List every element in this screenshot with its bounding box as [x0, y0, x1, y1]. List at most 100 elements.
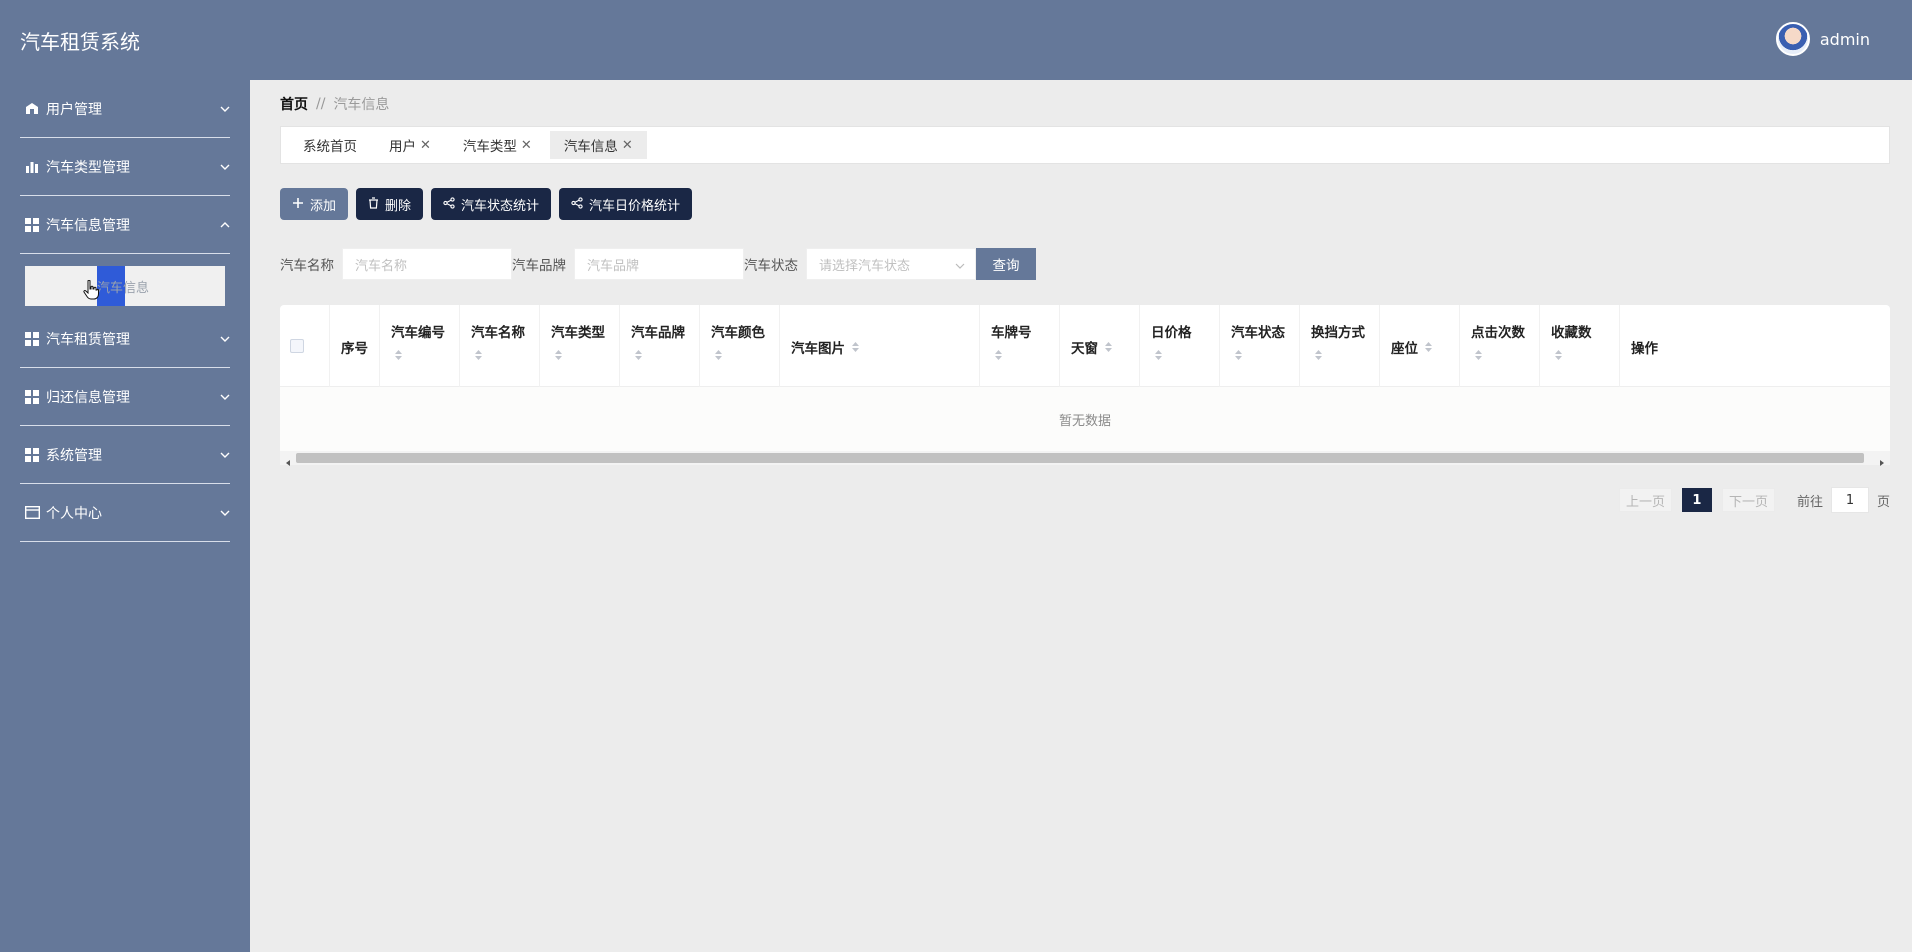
sidebar-item-label: 汽车信息管理: [46, 217, 130, 234]
breadcrumb: 首页 // 汽车信息: [280, 94, 389, 114]
tab-label: 汽车类型: [462, 139, 517, 155]
add-button-label: 添加: [310, 197, 337, 213]
car-daily-price-stats-button[interactable]: 汽车日价格统计: [559, 188, 693, 220]
next-page-button[interactable]: 下一页: [1721, 488, 1775, 512]
grid-icon: [24, 331, 40, 347]
share-icon: [571, 196, 583, 212]
column-header[interactable]: 座位: [1380, 305, 1460, 387]
column-label-wrap: 天窗: [1071, 337, 1113, 357]
sidebar: 用户管理 汽车类型管理 汽车信息管理 汽车信息 汽车租赁管理 归还信息管理 系统…: [0, 80, 250, 952]
sort-icon[interactable]: [851, 341, 860, 357]
empty-state: 暂无数据: [280, 387, 1890, 451]
pagination: 上一页 1 下一页 前往 1 页: [1618, 487, 1890, 513]
sort-icon[interactable]: [1474, 349, 1483, 365]
column-header[interactable]: 收藏数: [1540, 305, 1620, 387]
column-label: 汽车颜色: [711, 325, 765, 341]
column-header[interactable]: 汽车名称: [460, 305, 540, 387]
user-icon: [24, 101, 40, 117]
tab-system-home[interactable]: 系统首页: [289, 131, 371, 159]
page-jump-input[interactable]: 1: [1830, 487, 1869, 513]
sort-icon[interactable]: [1554, 349, 1563, 365]
sort-icon[interactable]: [714, 349, 723, 365]
sidebar-item-system-management[interactable]: 系统管理: [20, 426, 230, 484]
column-header[interactable]: 汽车编号: [380, 305, 460, 387]
avatar[interactable]: [1775, 22, 1810, 56]
sort-icon[interactable]: [1104, 341, 1113, 357]
chevron-down-icon: [220, 104, 230, 114]
sidebar-item-personal-center[interactable]: 个人中心: [20, 484, 230, 542]
column-header[interactable]: 天窗: [1060, 305, 1140, 387]
username: admin: [1819, 29, 1870, 49]
sidebar-item-return-management[interactable]: 归还信息管理: [20, 368, 230, 426]
breadcrumb-separator: //: [316, 96, 326, 112]
sort-icon[interactable]: [994, 349, 1003, 365]
sort-icon[interactable]: [474, 349, 483, 365]
car-status-label: 汽车状态: [744, 258, 798, 274]
car-daily-price-stats-label: 汽车日价格统计: [589, 197, 681, 213]
column-header[interactable]: 汽车类型: [540, 305, 620, 387]
sort-icon[interactable]: [1154, 349, 1163, 365]
column-label: 换挡方式: [1311, 325, 1365, 341]
sidebar-item-label: 汽车类型管理: [46, 159, 130, 176]
car-status-stats-button[interactable]: 汽车状态统计: [431, 188, 552, 220]
sort-icon[interactable]: [634, 349, 643, 365]
sidebar-item-car-type-management[interactable]: 汽车类型管理: [20, 138, 230, 196]
tab-car-info[interactable]: 汽车信息 ✕: [549, 131, 647, 159]
column-header[interactable]: 汽车品牌: [620, 305, 700, 387]
scroll-left-icon[interactable]: [283, 453, 293, 466]
car-brand-label: 汽车品牌: [512, 258, 566, 274]
delete-button[interactable]: 删除: [356, 188, 424, 220]
close-icon[interactable]: ✕: [521, 138, 532, 153]
sidebar-item-label: 个人中心: [46, 505, 102, 522]
sidebar-item-user-management[interactable]: 用户管理: [20, 80, 230, 138]
close-icon[interactable]: ✕: [622, 138, 633, 153]
column-label: 汽车状态: [1231, 325, 1285, 341]
column-header[interactable]: 车牌号: [980, 305, 1060, 387]
tab-car-type[interactable]: 汽车类型 ✕: [449, 131, 546, 159]
select-all-checkbox[interactable]: [290, 339, 304, 353]
sidebar-item-rental-management[interactable]: 汽车租赁管理: [20, 310, 230, 368]
sidebar-subitem-car-info[interactable]: 汽车信息: [25, 266, 225, 306]
query-button[interactable]: 查询: [976, 248, 1036, 280]
sort-icon[interactable]: [554, 349, 563, 365]
select-all-column: [280, 305, 330, 387]
column-label: 汽车图片: [791, 341, 845, 357]
sort-icon[interactable]: [1314, 349, 1323, 365]
page-unit-label: 页: [1876, 494, 1890, 510]
app-title: 汽车租赁系统: [20, 30, 140, 54]
sort-icon[interactable]: [1234, 349, 1243, 365]
sort-icon[interactable]: [394, 349, 403, 365]
sort-icon[interactable]: [1424, 341, 1433, 357]
column-label: 序号: [341, 341, 368, 357]
column-label: 汽车类型: [551, 325, 605, 341]
user-menu[interactable]: admin: [1775, 22, 1870, 56]
car-status-select[interactable]: 请选择汽车状态: [806, 248, 976, 280]
breadcrumb-home[interactable]: 首页: [280, 94, 308, 114]
column-header[interactable]: 换挡方式: [1300, 305, 1380, 387]
column-header[interactable]: 汽车颜色: [700, 305, 780, 387]
top-header: 汽车租赁系统 admin: [0, 0, 1912, 80]
breadcrumb-current: 汽车信息: [333, 97, 390, 113]
scroll-thumb[interactable]: [296, 453, 1864, 463]
close-icon[interactable]: ✕: [420, 138, 431, 153]
goto-label: 前往: [1796, 494, 1823, 510]
column-header[interactable]: 日价格: [1140, 305, 1220, 387]
column-header[interactable]: 汽车状态: [1220, 305, 1300, 387]
bar-chart-icon: [24, 159, 40, 175]
sidebar-item-car-info-management[interactable]: 汽车信息管理: [20, 196, 230, 254]
car-name-input[interactable]: 汽车名称: [342, 248, 512, 280]
column-label-wrap: 汽车图片: [791, 337, 860, 357]
car-status-stats-label: 汽车状态统计: [461, 197, 540, 213]
prev-page-button[interactable]: 上一页: [1618, 488, 1672, 512]
scroll-right-icon[interactable]: [1877, 453, 1887, 466]
action-bar: 添加 删除 汽车状态统计 汽车日价格统计: [280, 188, 693, 220]
column-label: 座位: [1391, 341, 1418, 357]
tab-user[interactable]: 用户 ✕: [375, 131, 445, 159]
column-header[interactable]: 点击次数: [1460, 305, 1540, 387]
horizontal-scrollbar[interactable]: [280, 451, 1890, 466]
page-number-current[interactable]: 1: [1681, 488, 1712, 512]
add-button[interactable]: 添加: [280, 188, 349, 220]
column-header[interactable]: 汽车图片: [780, 305, 980, 387]
car-brand-input[interactable]: 汽车品牌: [574, 248, 744, 280]
sidebar-subitem-label: 汽车信息: [97, 280, 150, 296]
